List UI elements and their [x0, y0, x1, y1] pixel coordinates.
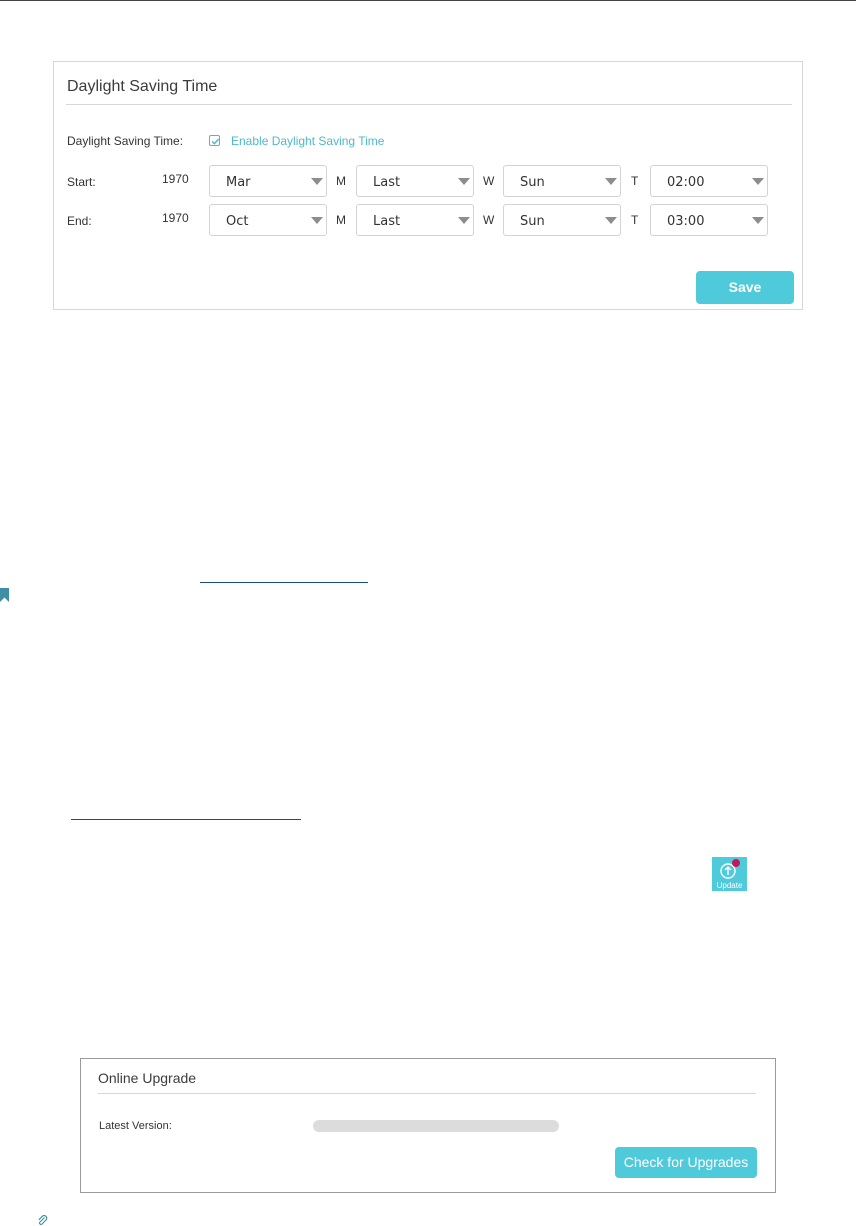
page: Daylight Saving Time Daylight Saving Tim…: [0, 0, 856, 1226]
select-value: Sun: [520, 175, 545, 190]
end-label: End:: [67, 214, 92, 228]
end-time-select[interactable]: 03:00: [650, 204, 768, 236]
divider: [98, 1093, 756, 1094]
select-value: Last: [373, 175, 401, 190]
update-icon[interactable]: Update: [712, 857, 747, 891]
divider: [66, 104, 792, 105]
end-month-select[interactable]: Oct: [209, 204, 327, 236]
check-icon: [211, 138, 220, 145]
select-value: 03:00: [667, 214, 705, 229]
paperclip-icon: [38, 1215, 48, 1225]
start-t-label: T: [631, 174, 639, 188]
dst-panel-title: Daylight Saving Time: [67, 78, 218, 95]
end-m-label: M: [336, 213, 346, 227]
start-week-select[interactable]: Last: [356, 165, 474, 197]
save-button[interactable]: Save: [696, 271, 794, 304]
select-value: Last: [373, 214, 401, 229]
start-month-select[interactable]: Mar: [209, 165, 327, 197]
update-label: Update: [716, 881, 743, 890]
dropdown-arrow-icon: [311, 178, 323, 185]
select-value: Oct: [226, 214, 249, 229]
end-year: 1970: [162, 211, 189, 225]
dropdown-arrow-icon: [311, 217, 323, 224]
dropdown-arrow-icon: [752, 217, 764, 224]
start-m-label: M: [336, 174, 346, 188]
end-day-select[interactable]: Sun: [503, 204, 621, 236]
dropdown-arrow-icon: [752, 178, 764, 185]
hyperlink-underline[interactable]: [200, 582, 368, 583]
end-w-label: W: [483, 213, 495, 227]
check-for-upgrades-button[interactable]: Check for Upgrades: [615, 1147, 757, 1178]
bookmark-icon: [0, 588, 9, 602]
select-value: 02:00: [667, 175, 705, 190]
online-upgrade-title: Online Upgrade: [98, 1070, 197, 1086]
hyperlink-underline[interactable]: [71, 819, 301, 820]
dropdown-arrow-icon: [605, 217, 617, 224]
dropdown-arrow-icon: [605, 178, 617, 185]
end-t-label: T: [631, 213, 639, 227]
start-w-label: W: [483, 174, 495, 188]
enable-dst-checkbox[interactable]: [209, 135, 220, 146]
dropdown-arrow-icon: [458, 217, 470, 224]
enable-dst-label[interactable]: Enable Daylight Saving Time: [231, 134, 384, 148]
dropdown-arrow-icon: [458, 178, 470, 185]
dst-panel: Daylight Saving Time Daylight Saving Tim…: [53, 61, 803, 310]
top-rule: [0, 0, 856, 1]
start-year: 1970: [162, 172, 189, 186]
select-value: Sun: [520, 214, 545, 229]
latest-version-value-blurred: [313, 1120, 559, 1132]
dst-label: Daylight Saving Time:: [67, 134, 184, 148]
start-time-select[interactable]: 02:00: [650, 165, 768, 197]
start-label: Start:: [67, 175, 96, 189]
start-day-select[interactable]: Sun: [503, 165, 621, 197]
online-upgrade-panel: Online Upgrade Latest Version: Check for…: [80, 1058, 776, 1193]
select-value: Mar: [226, 175, 251, 190]
latest-version-label: Latest Version:: [99, 1120, 172, 1132]
end-week-select[interactable]: Last: [356, 204, 474, 236]
